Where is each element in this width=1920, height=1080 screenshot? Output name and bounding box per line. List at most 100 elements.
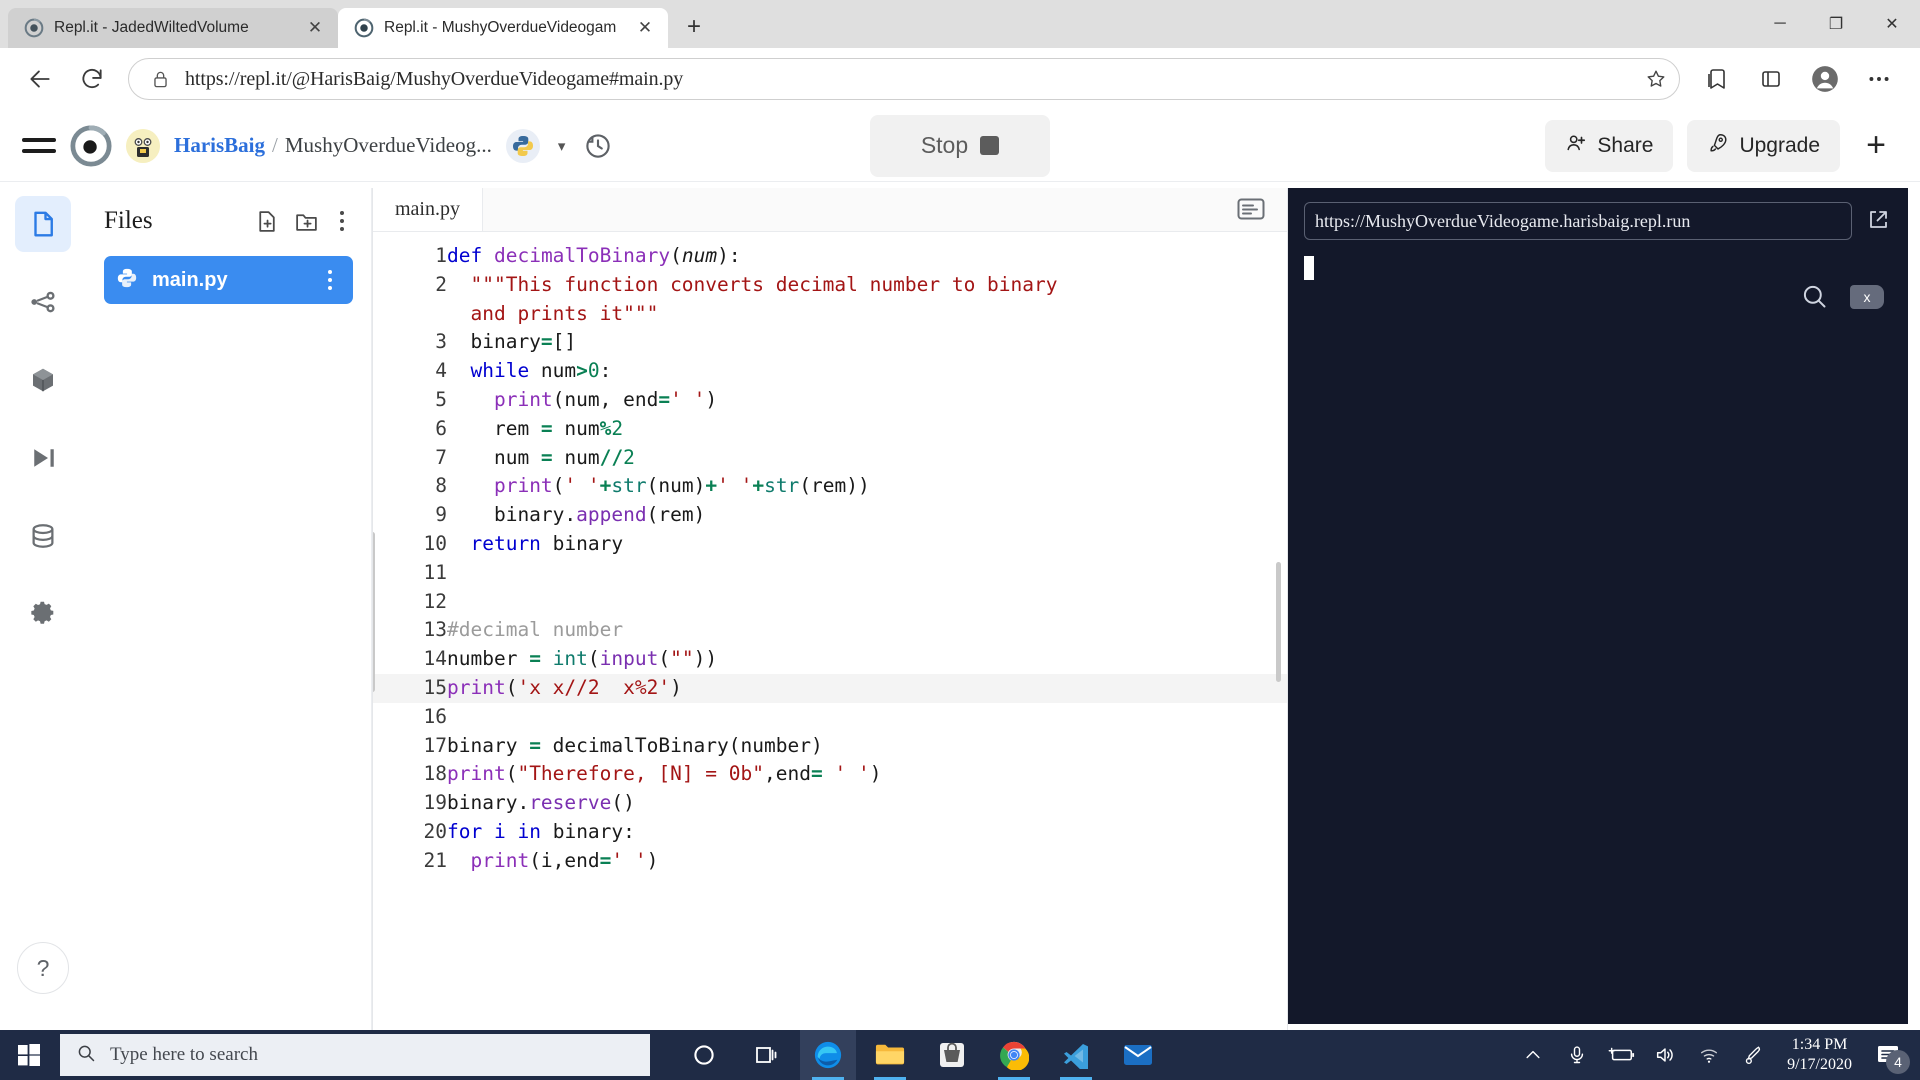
code-editor[interactable]: 1 def decimalToBinary(num): 2 """This func… [373, 232, 1287, 1030]
windows-start-icon[interactable] [0, 1030, 58, 1080]
microsoft-store-icon[interactable] [924, 1030, 980, 1080]
code-text[interactable]: print(num, end=' ') [447, 386, 1287, 415]
more-icon[interactable] [1856, 57, 1902, 101]
code-line[interactable]: 5 print(num, end=' ') [373, 386, 1287, 415]
code-line[interactable]: 4 while num>0: [373, 357, 1287, 386]
console-output[interactable]: x [1304, 256, 1892, 1010]
code-line[interactable]: 13 #decimal number [373, 616, 1287, 645]
volume-icon[interactable] [1643, 1030, 1687, 1080]
code-text[interactable] [447, 559, 1287, 588]
collections-icon[interactable] [1748, 57, 1794, 101]
editor-right-scrollbar[interactable] [1276, 562, 1281, 682]
code-text[interactable] [447, 703, 1287, 732]
code-line[interactable]: 2 """This function converts decimal numb… [373, 271, 1287, 300]
code-text[interactable]: print(' '+str(num)+' '+str(rem)) [447, 472, 1287, 501]
hamburger-icon[interactable] [22, 138, 56, 153]
pen-icon[interactable] [1731, 1030, 1775, 1080]
sidebar-item-files[interactable] [15, 196, 71, 252]
file-more-icon[interactable] [319, 265, 341, 295]
code-line[interactable]: 8 print(' '+str(num)+' '+str(rem)) [373, 472, 1287, 501]
sidebar-item-packages[interactable] [15, 352, 71, 408]
code-text[interactable]: binary.append(rem) [447, 501, 1287, 530]
google-chrome-icon[interactable] [986, 1030, 1042, 1080]
clear-console-icon[interactable]: x [1850, 285, 1884, 309]
favorites-icon[interactable] [1694, 57, 1740, 101]
code-line[interactable]: 3 binary=[] [373, 328, 1287, 357]
code-line[interactable]: 9 binary.append(rem) [373, 501, 1287, 530]
code-line[interactable]: 1 def decimalToBinary(num): [373, 242, 1287, 271]
taskbar-search[interactable]: Type here to search [60, 1034, 650, 1076]
code-line[interactable]: 11 [373, 559, 1287, 588]
chevron-down-icon[interactable]: ▾ [554, 137, 570, 155]
external-link-icon[interactable] [1866, 208, 1892, 234]
code-text[interactable]: def decimalToBinary(num): [447, 242, 1287, 271]
battery-charging-icon[interactable] [1599, 1030, 1643, 1080]
console-url-field[interactable]: https://MushyOverdueVideogame.harisbaig.… [1304, 202, 1852, 240]
code-text[interactable] [447, 588, 1287, 617]
code-text[interactable]: num = num//2 [447, 444, 1287, 473]
browser-tab-2[interactable]: Repl.it - MushyOverdueVideogam ✕ [338, 8, 668, 48]
microphone-icon[interactable] [1555, 1030, 1599, 1080]
browser-tab-1[interactable]: Repl.it - JadedWiltedVolume ✕ [8, 8, 338, 48]
taskbar-clock[interactable]: 1:34 PM 9/17/2020 [1775, 1035, 1864, 1075]
code-line[interactable]: 15 print('x x//2 x%2') [373, 673, 1287, 703]
code-line[interactable]: 20 for i in binary: [373, 818, 1287, 847]
history-icon[interactable] [583, 131, 613, 161]
wifi-icon[interactable] [1687, 1030, 1731, 1080]
code-text[interactable]: binary=[] [447, 328, 1287, 357]
mail-icon[interactable] [1110, 1030, 1166, 1080]
back-button[interactable] [18, 57, 62, 101]
code-line[interactable]: and prints it""" [373, 300, 1287, 329]
new-file-icon[interactable] [251, 206, 281, 236]
code-line[interactable]: 7 num = num//2 [373, 444, 1287, 473]
code-text[interactable]: binary = decimalToBinary(number) [447, 732, 1287, 761]
task-view-icon[interactable] [738, 1030, 794, 1080]
user-avatar[interactable] [126, 128, 160, 163]
file-list-item-main-py[interactable]: main.py [104, 256, 353, 304]
maximize-button[interactable]: ❐ [1808, 0, 1864, 48]
code-line[interactable]: 14 number = int(input("")) [373, 645, 1287, 674]
code-text[interactable]: number = int(input("")) [447, 645, 1287, 674]
new-tab-button[interactable]: + [676, 9, 712, 45]
code-text[interactable]: """This function converts decimal number… [447, 271, 1287, 300]
code-line[interactable]: 21 print(i,end=' ') [373, 847, 1287, 876]
code-line[interactable]: 10 return binary [373, 530, 1287, 559]
code-line[interactable]: 12 [373, 588, 1287, 617]
breadcrumb-project[interactable]: MushyOverdueVideog... [285, 133, 492, 158]
editor-left-scrollbar[interactable] [373, 532, 375, 692]
run-stop-button[interactable]: Stop [870, 114, 1050, 177]
close-window-button[interactable]: ✕ [1864, 0, 1920, 48]
upgrade-button[interactable]: Upgrade [1687, 119, 1840, 172]
code-text[interactable]: print("Therefore, [N] = 0b",end= ' ') [447, 760, 1287, 789]
editor-tab-main-py[interactable]: main.py [373, 188, 483, 231]
address-bar[interactable]: https://repl.it/@HarisBaig/MushyOverdueV… [128, 58, 1680, 100]
sidebar-item-version-control[interactable] [15, 274, 71, 330]
reload-button[interactable] [70, 57, 114, 101]
code-line[interactable]: 19 binary.reserve() [373, 789, 1287, 818]
minimize-button[interactable]: ─ [1752, 0, 1808, 48]
new-folder-icon[interactable] [291, 206, 321, 236]
breadcrumb-user[interactable]: HarisBaig [174, 133, 265, 158]
vs-code-icon[interactable] [1048, 1030, 1104, 1080]
files-more-icon[interactable] [331, 206, 353, 236]
chevron-up-icon[interactable] [1511, 1030, 1555, 1080]
code-line[interactable]: 18 print("Therefore, [N] = 0b",end= ' ') [373, 760, 1287, 789]
code-text[interactable]: rem = num%2 [447, 415, 1287, 444]
sidebar-item-settings[interactable] [15, 586, 71, 642]
sidebar-item-debugger[interactable] [15, 430, 71, 486]
notifications-icon[interactable]: 4 [1864, 1030, 1912, 1080]
code-text[interactable]: binary.reserve() [447, 789, 1287, 818]
code-text[interactable]: and prints it""" [447, 300, 1287, 329]
code-line[interactable]: 16 [373, 703, 1287, 732]
profile-icon[interactable] [1802, 57, 1848, 101]
share-button[interactable]: Share [1545, 119, 1674, 172]
sidebar-item-database[interactable] [15, 508, 71, 564]
file-explorer-icon[interactable] [862, 1030, 918, 1080]
replit-logo[interactable] [70, 124, 112, 167]
editor-menu-icon[interactable] [1237, 197, 1267, 223]
help-button[interactable]: ? [17, 942, 69, 994]
code-line[interactable]: 6 rem = num%2 [373, 415, 1287, 444]
star-icon[interactable] [1643, 66, 1669, 92]
code-text[interactable]: return binary [447, 530, 1287, 559]
add-button[interactable]: + [1854, 124, 1898, 168]
